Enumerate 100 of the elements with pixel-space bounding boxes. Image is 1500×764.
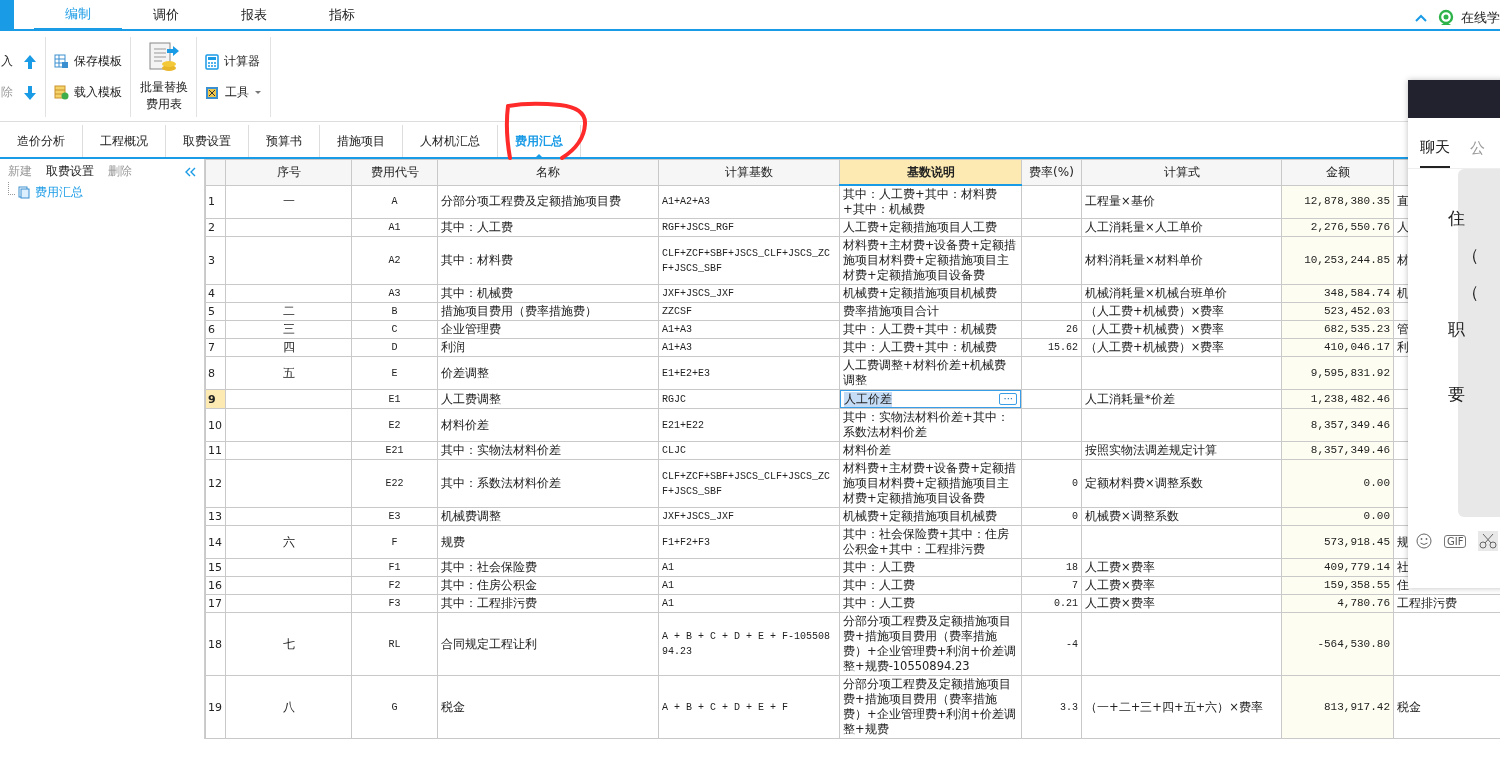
table-cell: 材料消耗量×材料单价 bbox=[1085, 253, 1203, 267]
table-cell: E1 bbox=[388, 393, 401, 405]
insert-button[interactable]: 入 bbox=[1, 53, 13, 70]
table-cell: E21 bbox=[385, 445, 404, 456]
table-cell: A bbox=[391, 196, 398, 208]
row-number[interactable]: 15 bbox=[205, 558, 226, 577]
table-cell: 一 bbox=[282, 194, 295, 209]
column-header[interactable]: 费用代号 bbox=[351, 159, 438, 185]
table-cell: 机械消耗量×机械台班单价 bbox=[1085, 286, 1227, 300]
column-header[interactable]: 基数说明 bbox=[839, 159, 1022, 185]
view-tab[interactable]: 取费设置 bbox=[166, 125, 249, 157]
column-header[interactable]: 费率(%) bbox=[1021, 159, 1082, 185]
row-number[interactable]: 2 bbox=[205, 218, 226, 237]
table-cell: 0.00 bbox=[1363, 510, 1390, 522]
table-cell: RGF+JSCS_RGF bbox=[662, 222, 734, 233]
table-icon bbox=[54, 54, 69, 69]
row-number[interactable]: 4 bbox=[205, 284, 226, 303]
row-number[interactable]: 5 bbox=[205, 302, 226, 321]
row-number[interactable]: 7 bbox=[205, 338, 226, 357]
table-cell: A1 bbox=[662, 562, 674, 573]
row-number[interactable]: 11 bbox=[205, 441, 226, 460]
collapse-panel-icon[interactable] bbox=[184, 166, 196, 177]
column-header[interactable]: 计算式 bbox=[1081, 159, 1282, 185]
table-cell: 五 bbox=[282, 365, 295, 380]
chat-tab[interactable]: 聊天 bbox=[1420, 138, 1450, 168]
view-tab[interactable]: 造价分析 bbox=[0, 125, 83, 157]
row-number[interactable]: 19 bbox=[205, 675, 226, 739]
column-header[interactable]: 名称 bbox=[437, 159, 659, 185]
table-cell: 26 bbox=[1066, 324, 1078, 335]
table-cell: JXF+JSCS_JXF bbox=[662, 511, 734, 522]
table-cell: 人工消耗量×人工单价 bbox=[1085, 220, 1203, 234]
table-cell: 合同规定工程让利 bbox=[441, 636, 537, 651]
table-cell: 利 bbox=[1397, 340, 1409, 354]
table-cell: A1+A3 bbox=[662, 342, 692, 353]
down-arrow-icon[interactable] bbox=[23, 84, 37, 101]
row-number[interactable]: 13 bbox=[205, 507, 226, 526]
more-button[interactable]: ··· bbox=[999, 393, 1017, 405]
table-cell: D bbox=[391, 342, 398, 353]
table-cell: 其中：材料费 bbox=[441, 253, 513, 267]
view-tab[interactable]: 预算书 bbox=[249, 125, 320, 157]
table-cell: CLF+ZCF+SBF+JSCS_CLF+JSCS_ZCF+JSCS_SBF bbox=[662, 470, 831, 497]
column-header[interactable]: 序号 bbox=[225, 159, 352, 185]
row-number[interactable]: 3 bbox=[205, 236, 226, 285]
emoji-icon[interactable] bbox=[1416, 533, 1432, 549]
table-cell: 682,535.23 bbox=[1324, 323, 1390, 335]
up-arrow-icon[interactable] bbox=[23, 53, 37, 70]
tools-button[interactable]: 工具 bbox=[225, 84, 249, 101]
table-cell: 0 bbox=[1072, 478, 1078, 489]
view-tab[interactable]: 人材机汇总 bbox=[403, 125, 498, 157]
table-cell: 0.00 bbox=[1363, 477, 1390, 489]
headset-icon[interactable] bbox=[1437, 8, 1455, 27]
row-number[interactable]: 17 bbox=[205, 594, 226, 613]
row-number[interactable]: 10 bbox=[205, 408, 226, 442]
row-number[interactable]: 8 bbox=[205, 356, 226, 390]
table-cell: F bbox=[391, 536, 398, 548]
table-cell: 410,046.17 bbox=[1324, 341, 1390, 353]
table-cell: 人工费×费率 bbox=[1085, 596, 1155, 610]
menu-tab[interactable]: 调价 bbox=[122, 0, 210, 29]
caret-icon[interactable] bbox=[254, 90, 262, 95]
table-cell: 直 bbox=[1397, 194, 1409, 209]
column-header[interactable]: 计算基数 bbox=[658, 159, 840, 185]
table-cell: ZZCSF bbox=[662, 306, 692, 317]
collapse-icon[interactable] bbox=[1415, 13, 1427, 22]
batch-replace-button[interactable]: 批量替换 费用表 bbox=[131, 37, 197, 117]
table-cell: 人工消耗量*价差 bbox=[1085, 391, 1175, 406]
row-number[interactable]: 1 bbox=[205, 185, 226, 219]
scissors-icon[interactable] bbox=[1478, 531, 1499, 551]
input-field[interactable]: 人工价差 ··· bbox=[840, 390, 1021, 408]
table-cell: 住 bbox=[1397, 578, 1409, 592]
view-tab[interactable]: 工程概况 bbox=[83, 125, 166, 157]
gif-button[interactable]: GIF bbox=[1444, 534, 1467, 548]
table-cell: 人工费调整 bbox=[441, 391, 501, 406]
menu-tab[interactable]: 报表 bbox=[210, 0, 298, 29]
row-number[interactable]: 14 bbox=[205, 525, 226, 559]
table-icon bbox=[54, 85, 69, 100]
calculator-button[interactable]: 计算器 bbox=[224, 53, 260, 70]
message-text: 住 bbox=[1448, 207, 1465, 230]
row-number[interactable]: 12 bbox=[205, 459, 226, 508]
table-cell: 348,584.74 bbox=[1324, 287, 1390, 299]
save-template-button[interactable]: 保存模板 bbox=[74, 53, 122, 70]
menu-tab[interactable]: 指标 bbox=[298, 0, 386, 29]
message-text: （ bbox=[1462, 244, 1479, 267]
row-number[interactable]: 16 bbox=[205, 576, 226, 595]
table-cell: G bbox=[391, 701, 398, 713]
table-cell: 税金 bbox=[1397, 699, 1421, 714]
panel-action[interactable]: 取费设置 bbox=[46, 163, 94, 180]
row-number[interactable]: 6 bbox=[205, 320, 226, 339]
view-tab[interactable]: 措施项目 bbox=[320, 125, 403, 157]
table-cell: 定额材料费×调整系数 bbox=[1085, 476, 1203, 490]
table-cell: 人 bbox=[1397, 220, 1409, 234]
table-cell: 二 bbox=[282, 304, 295, 318]
table-cell: 其中：社会保险费+其中：住房公积金+其中：工程排污费 bbox=[843, 527, 1009, 556]
online-learning-link[interactable]: 在线学 bbox=[1461, 8, 1500, 27]
row-number[interactable]: 18 bbox=[205, 612, 226, 676]
table-cell: 材料费+主材费+设备费+定额措施项目材料费+定额措施项目主材费+定额措施项目设备费 bbox=[843, 238, 1016, 282]
table-cell: A1 bbox=[662, 580, 674, 591]
load-template-button[interactable]: 载入模板 bbox=[74, 84, 122, 101]
table-cell: 其中：住房公积金 bbox=[441, 578, 537, 592]
column-header[interactable]: 金额 bbox=[1281, 159, 1394, 185]
table-cell: A1+A3 bbox=[662, 324, 692, 335]
